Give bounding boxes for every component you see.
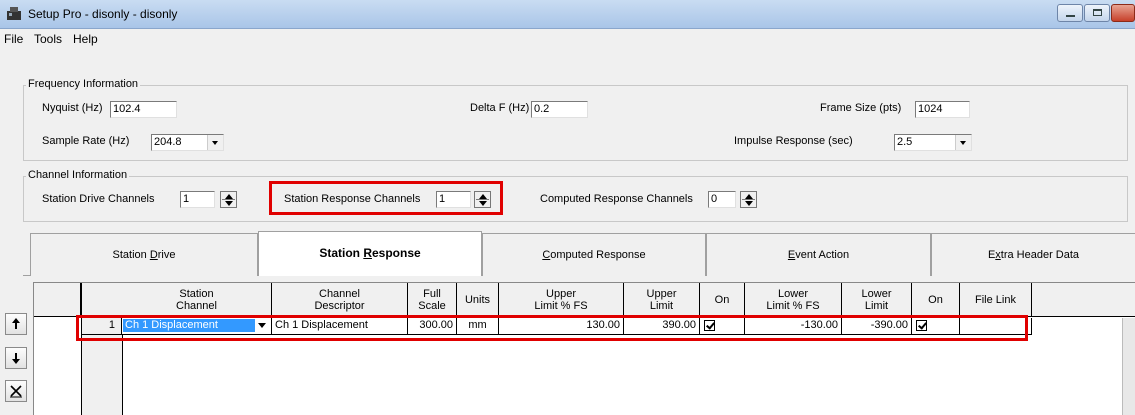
tab-station-drive[interactable]: Station Drive (30, 233, 258, 276)
response-channels-label: Station Response Channels (284, 193, 421, 205)
col-header-station-channel[interactable]: Station Channel (122, 283, 272, 317)
tab-computed-response[interactable]: Computed Response (482, 233, 706, 276)
response-channels-spinner[interactable] (474, 191, 491, 208)
channel-group-title: Channel Information (26, 169, 130, 181)
impulse-response-value: 2.5 (897, 136, 913, 148)
row-header-corner (34, 283, 81, 317)
computed-channels-spinner[interactable] (740, 191, 757, 208)
channel-grid: Station Channel Channel Descriptor Full Sca… (33, 282, 1135, 415)
impulse-response-select[interactable]: 2.5 (894, 134, 972, 151)
arrow-up-icon (12, 318, 20, 329)
header-line2: Limit % FS (766, 299, 820, 312)
col-header-descriptor[interactable]: Channel Descriptor (272, 283, 408, 317)
header-line2: Scale (418, 299, 446, 312)
delete-button[interactable] (5, 380, 27, 402)
drive-channels-field[interactable]: 1 (180, 191, 215, 208)
chevron-down-icon (955, 135, 971, 150)
tab-label-pre: Station (112, 249, 150, 261)
col-header-lower-pct[interactable]: Lower Limit % FS (745, 283, 842, 317)
menu-file[interactable]: File (4, 32, 23, 46)
sample-rate-select[interactable]: 204.8 (151, 134, 224, 151)
tab-station-response[interactable]: Station Response (258, 231, 482, 276)
header-line2: Limit (649, 299, 674, 312)
sample-rate-label: Sample Rate (Hz) (42, 135, 130, 147)
header-line1: Lower (778, 287, 808, 300)
maximize-icon (1093, 9, 1102, 16)
col-header-upper-limit[interactable]: Upper Limit (624, 283, 700, 317)
col-header-lower-limit[interactable]: Lower Limit (842, 283, 912, 317)
menu-bar: File Tools Help (0, 29, 1135, 48)
col-header-file-link[interactable]: File Link (960, 283, 1032, 317)
col-header-empty (1032, 283, 1135, 317)
computed-channels-label: Computed Response Channels (540, 193, 693, 205)
header-line1: Units (464, 293, 491, 306)
tab-label-post: rive (157, 249, 176, 261)
tab-label-post: omputed Response (550, 249, 646, 261)
header-line1: Lower (861, 287, 892, 300)
header-line1: On (928, 293, 943, 306)
window-title: Setup Pro - disonly - disonly (28, 7, 178, 21)
vertical-scrollbar[interactable] (1122, 318, 1135, 415)
move-down-button[interactable] (5, 347, 27, 369)
frame-size-field[interactable]: 1024 (915, 101, 970, 118)
header-line1: Station (179, 287, 214, 300)
response-channels-field[interactable]: 1 (436, 191, 471, 208)
tab-event-action[interactable]: Event Action (706, 233, 931, 276)
col-header-lower-on[interactable]: On (912, 283, 960, 317)
menu-help[interactable]: Help (73, 32, 98, 46)
delta-f-field[interactable]: 0.2 (531, 101, 588, 118)
nyquist-field[interactable]: 102.4 (110, 101, 177, 118)
app-icon (7, 7, 21, 20)
title-bar: Setup Pro - disonly - disonly (0, 0, 1135, 29)
col-header-units[interactable]: Units (457, 283, 499, 317)
header-line1: File Link (975, 293, 1016, 306)
frequency-group-title: Frequency Information (26, 78, 141, 90)
chevron-down-icon (207, 135, 223, 150)
tab-label-post: tra Header Data (1000, 249, 1080, 261)
tab-label-mnemonic: D (149, 249, 158, 261)
header-line1: Upper (546, 287, 576, 300)
move-up-button[interactable] (5, 313, 27, 335)
tab-label-post: vent Action (795, 249, 850, 261)
col-header-upper-on[interactable]: On (700, 283, 745, 317)
impulse-response-label: Impulse Response (sec) (734, 135, 853, 147)
header-line2: Limit % FS (534, 299, 588, 312)
arrow-down-icon (12, 353, 20, 364)
close-button[interactable] (1111, 4, 1135, 22)
header-line2: Descriptor (314, 299, 365, 312)
highlight-data-row (76, 315, 1028, 341)
maximize-button[interactable] (1084, 4, 1110, 22)
tab-label-mnemonic: R (363, 246, 372, 260)
computed-channels-field[interactable]: 0 (708, 191, 736, 208)
delete-x-icon (10, 385, 22, 398)
header-line1: Channel (319, 287, 360, 300)
tab-label-pre: Station (319, 246, 364, 260)
grid-divider (122, 335, 123, 415)
tab-extra-header-data[interactable]: Extra Header Data (931, 233, 1135, 276)
col-header-upper-pct[interactable]: Upper Limit % FS (499, 283, 624, 317)
drive-channels-spinner[interactable] (220, 191, 237, 208)
delta-f-label: Delta F (Hz) (470, 102, 530, 114)
row-header-area (81, 335, 122, 415)
drive-channels-label: Station Drive Channels (42, 193, 155, 205)
minimize-icon (1066, 15, 1075, 17)
menu-tools[interactable]: Tools (34, 32, 62, 46)
header-line1: On (714, 293, 730, 306)
header-line1: Full (423, 287, 441, 300)
minimize-button[interactable] (1057, 4, 1083, 22)
nyquist-label: Nyquist (Hz) (42, 102, 103, 114)
sample-rate-value: 204.8 (154, 136, 182, 148)
frame-size-label: Frame Size (pts) (820, 102, 902, 114)
col-header-full-scale[interactable]: Full Scale (408, 283, 457, 317)
header-line2: Channel (176, 299, 217, 312)
header-line2: Limit (864, 299, 889, 312)
tab-label-post: esponse (371, 246, 421, 260)
header-line1: Upper (646, 287, 677, 300)
